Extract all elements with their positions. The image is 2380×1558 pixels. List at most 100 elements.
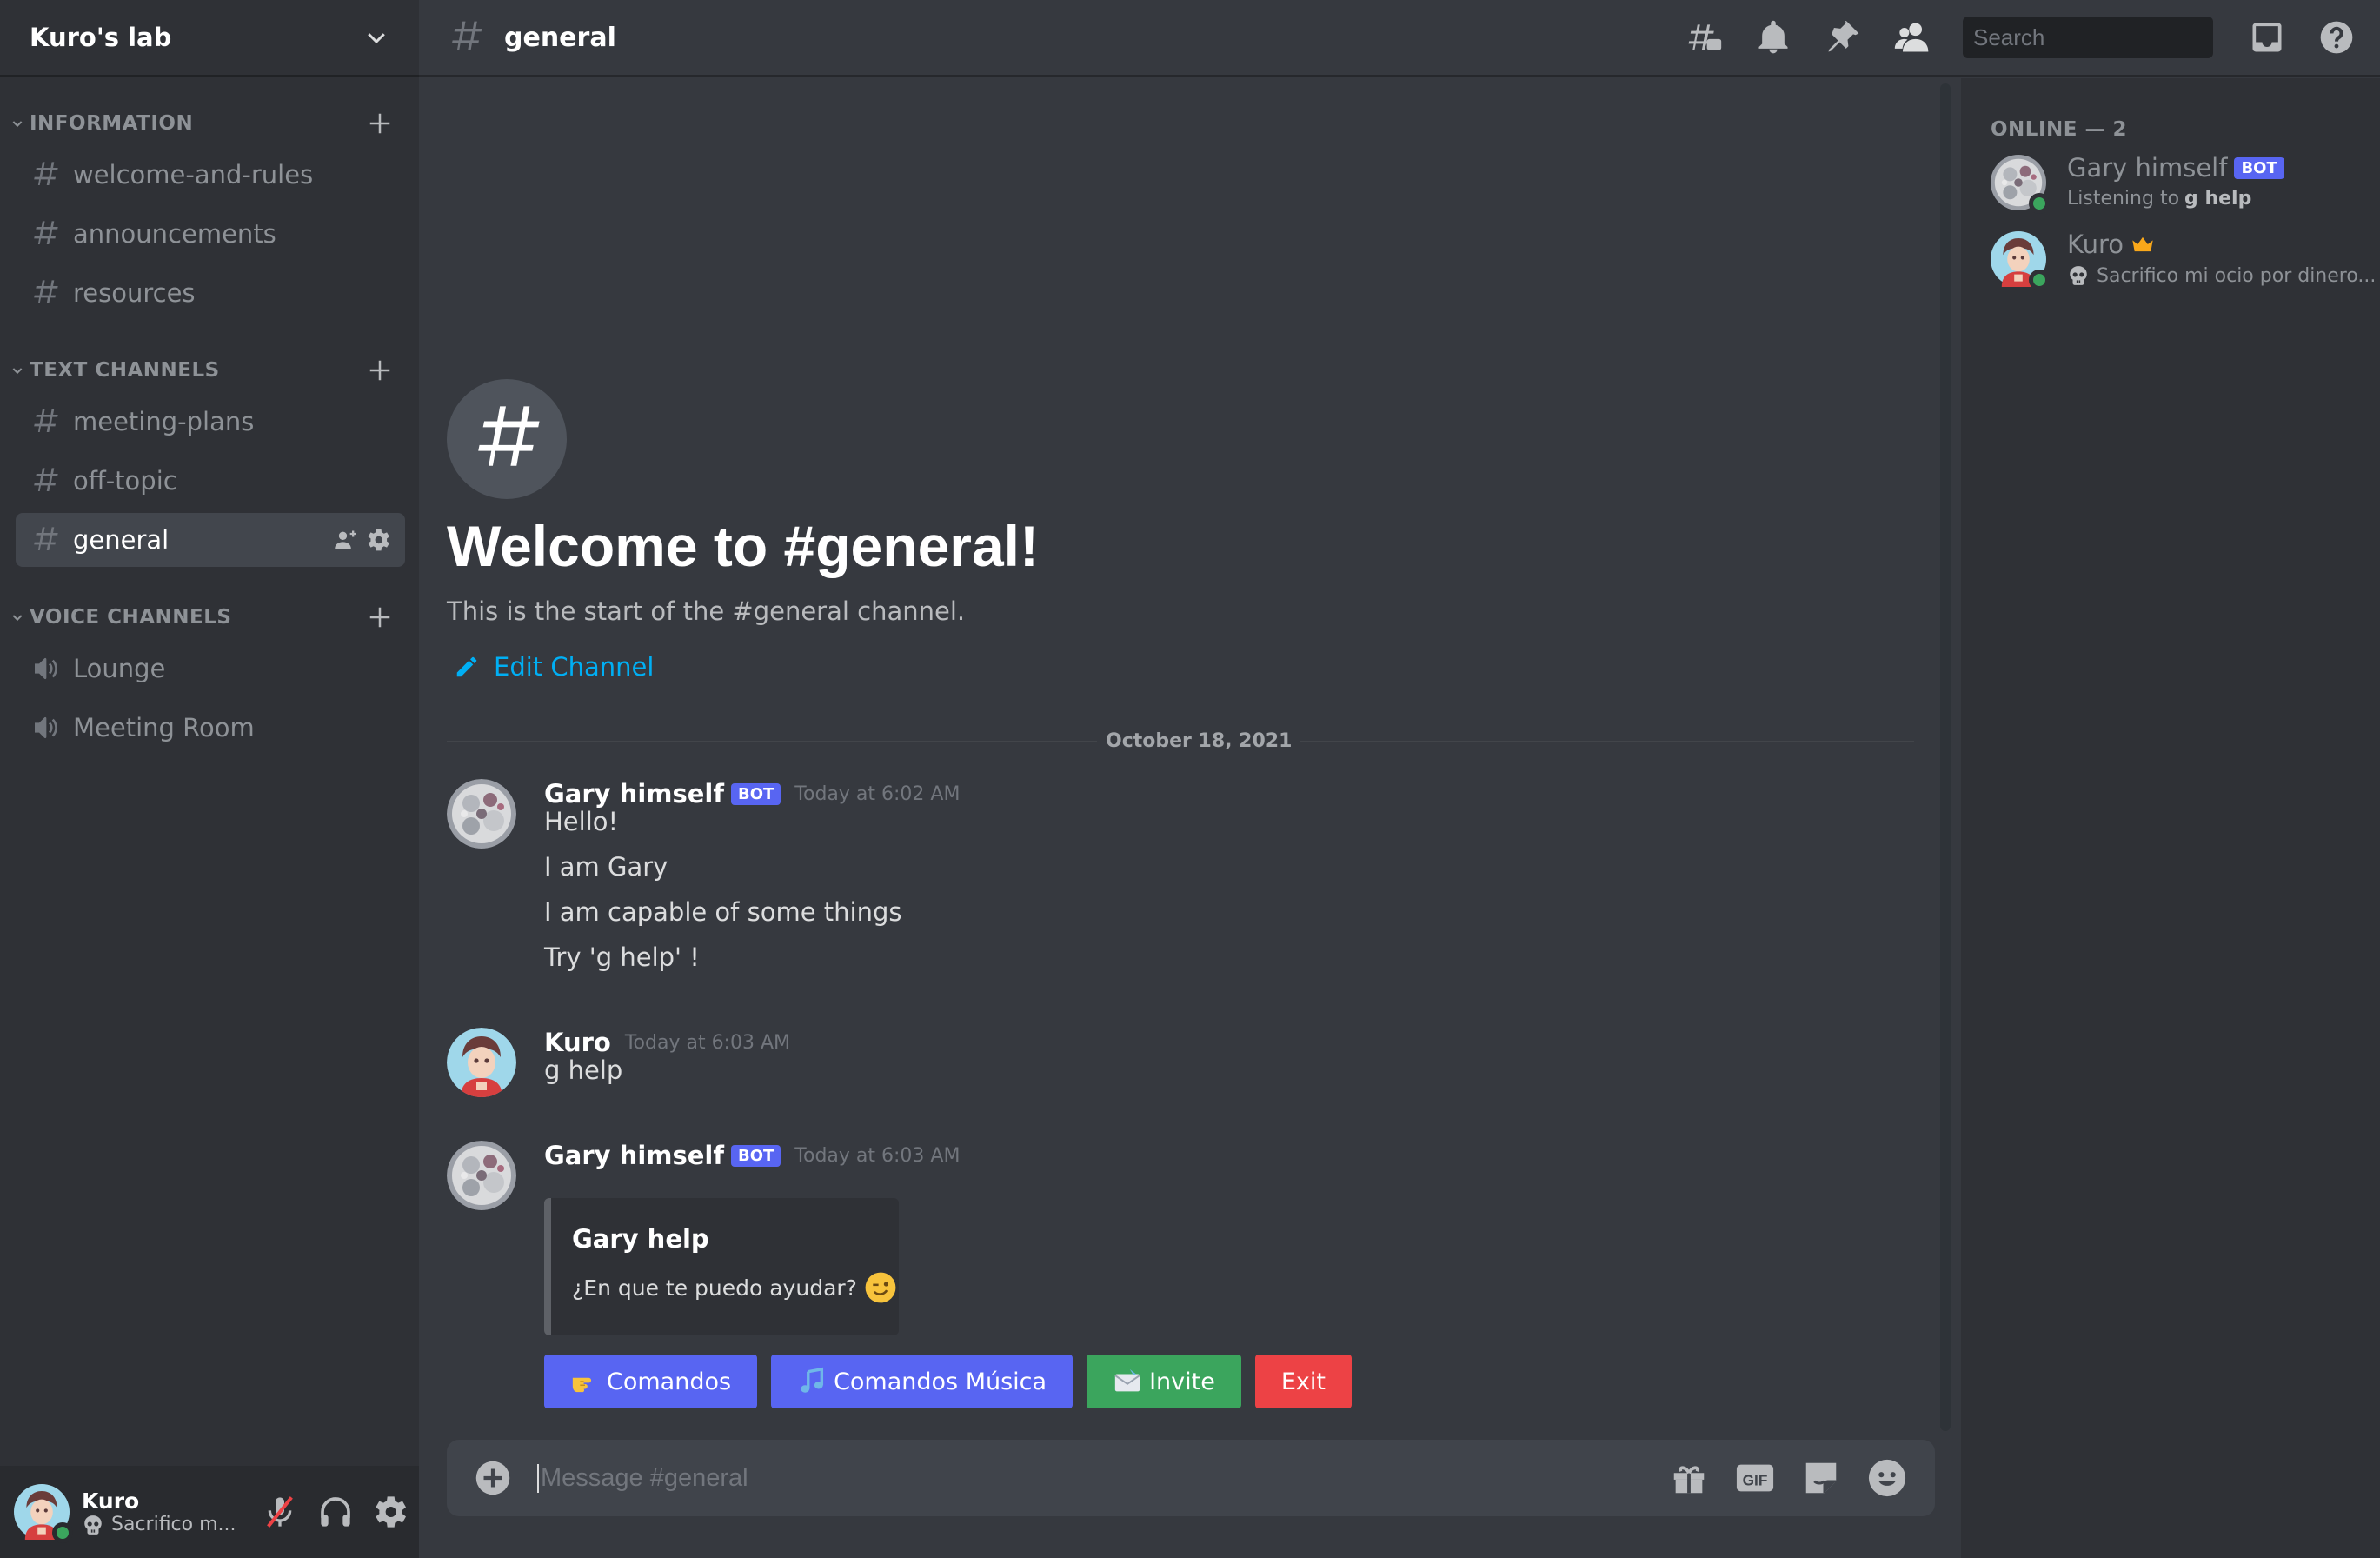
activity-prefix: Listening to — [2067, 188, 2180, 210]
gary-avatar-image — [447, 1141, 516, 1210]
edit-channel-link[interactable]: Edit Channel — [454, 652, 654, 682]
timestamp: Today at 6:03 AM — [624, 1031, 790, 1054]
members-icon[interactable] — [1893, 18, 1931, 57]
author-name[interactable]: Kuro — [544, 1028, 611, 1057]
action-button-row: Comandos Comandos Música Invite Exit — [544, 1355, 1366, 1408]
chevron-down-icon[interactable] — [363, 24, 389, 50]
message-text: I am capable of some things — [544, 897, 902, 927]
category-information[interactable]: INFORMATION — [0, 106, 419, 141]
button-label: Comandos — [607, 1368, 732, 1395]
author-name[interactable]: Gary himself — [544, 1141, 724, 1170]
channel-sidebar: Kuro's lab INFORMATION welcome-and-rules… — [0, 0, 419, 1558]
embed-description: ¿En que te puedo ayudar? — [572, 1271, 899, 1304]
category-voice-channels[interactable]: VOICE CHANNELS — [0, 600, 419, 635]
comandos-button[interactable]: Comandos — [544, 1355, 758, 1408]
channel-announcements[interactable]: announcements — [16, 207, 405, 261]
create-channel-icon[interactable] — [367, 110, 393, 136]
skull-icon — [82, 1514, 104, 1536]
channel-welcome-and-rules[interactable]: welcome-and-rules — [16, 148, 405, 202]
mute-microphone-icon[interactable] — [263, 1495, 297, 1529]
welcome-subtitle: This is the start of the #general channe… — [447, 596, 966, 626]
search-input[interactable] — [1973, 23, 2264, 51]
threads-icon[interactable] — [1685, 18, 1723, 57]
channel-title: general — [504, 22, 616, 53]
member-name: Kuro — [2067, 230, 2124, 259]
member-gary[interactable]: Gary himself BOT Listening to g help — [1991, 153, 2364, 216]
envelope-emoji-icon — [1114, 1368, 1140, 1392]
gary-avatar-image — [447, 779, 516, 849]
gif-icon[interactable]: GIF — [1735, 1458, 1775, 1498]
pencil-icon — [456, 656, 477, 677]
message-embed: Gary help ¿En que te puedo ayudar? — [544, 1198, 899, 1335]
member-name-row: Gary himself BOT — [2067, 153, 2284, 183]
server-header[interactable]: Kuro's lab — [0, 0, 419, 77]
channel-resources[interactable]: resources — [16, 266, 405, 320]
channel-general[interactable]: general — [16, 513, 405, 567]
add-attachment-icon[interactable] — [475, 1460, 511, 1496]
discord-window: Kuro's lab INFORMATION welcome-and-rules… — [0, 0, 2380, 1558]
create-channel-icon[interactable] — [367, 604, 393, 630]
message-header: Kuro Today at 6:03 AM — [544, 1028, 790, 1057]
bell-icon[interactable] — [1754, 18, 1792, 57]
online-status-dot — [52, 1522, 73, 1543]
custom-status-text: Sacrifico mi ocio por dinero... — [2097, 264, 2377, 287]
pin-icon[interactable] — [1824, 18, 1862, 57]
chat-scrollbar[interactable] — [1940, 83, 1951, 1431]
emoji-picker-icon[interactable] — [1867, 1458, 1907, 1498]
inbox-icon[interactable] — [2248, 18, 2286, 57]
channel-welcome-hash-icon — [447, 379, 567, 499]
crown-icon — [2132, 236, 2153, 252]
avatar[interactable] — [447, 779, 516, 849]
bot-badge: BOT — [730, 782, 781, 805]
headphones-icon[interactable] — [318, 1495, 353, 1529]
comandos-musica-button[interactable]: Comandos Música — [771, 1355, 1074, 1408]
channel-header: general — [419, 0, 2380, 77]
hash-icon — [31, 526, 59, 554]
message-text: g help — [544, 1055, 623, 1085]
hash-icon — [449, 20, 483, 55]
button-label: Comandos Música — [834, 1368, 1047, 1395]
voice-channel-meeting-room[interactable]: Meeting Room — [16, 701, 405, 755]
caret-down-icon — [12, 121, 23, 128]
channel-off-topic[interactable]: off-topic — [16, 454, 405, 508]
invite-button[interactable]: Invite — [1087, 1355, 1241, 1408]
category-text-channels[interactable]: TEXT CHANNELS — [0, 353, 419, 388]
search-box[interactable] — [1963, 17, 2264, 58]
user-settings-gear-icon[interactable] — [374, 1495, 409, 1529]
avatar[interactable] — [14, 1484, 73, 1543]
member-kuro[interactable]: Kuro Sacrifico mi ocio por dinero... — [1991, 230, 2376, 292]
message-header: Gary himself BOT Today at 6:03 AM — [544, 1141, 960, 1170]
button-label: Invite — [1149, 1368, 1215, 1395]
kuro-avatar-image — [447, 1028, 516, 1097]
channel-label: general — [73, 525, 170, 555]
author-name[interactable]: Gary himself — [544, 779, 724, 809]
avatar[interactable] — [447, 1141, 516, 1210]
create-channel-icon[interactable] — [367, 357, 393, 383]
activity-name: g help — [2184, 188, 2252, 210]
button-label: Exit — [1280, 1368, 1326, 1395]
sticker-icon[interactable] — [1801, 1458, 1841, 1498]
edit-channel-label: Edit Channel — [494, 652, 655, 682]
message-input[interactable] — [537, 1463, 1643, 1493]
message-composer: GIF — [447, 1440, 1935, 1516]
gear-icon[interactable] — [367, 528, 391, 552]
pointing-hand-emoji-icon — [572, 1377, 592, 1393]
exit-button[interactable]: Exit — [1254, 1355, 1352, 1408]
avatar[interactable] — [447, 1028, 516, 1097]
help-icon[interactable] — [2317, 18, 2356, 57]
channel-meeting-plans[interactable]: meeting-plans — [16, 395, 405, 449]
voice-channel-lounge[interactable]: Lounge — [16, 642, 405, 696]
channel-label: meeting-plans — [73, 407, 255, 436]
channel-label: announcements — [73, 219, 276, 249]
caret-down-icon — [12, 368, 23, 375]
music-note-emoji-icon — [801, 1367, 824, 1393]
server-name: Kuro's lab — [30, 23, 172, 52]
gift-icon[interactable] — [1669, 1458, 1709, 1498]
user-name: Kuro — [82, 1488, 140, 1514]
user-panel: Kuro Sacrifico m... — [0, 1466, 419, 1558]
user-info[interactable]: Kuro Sacrifico m... — [82, 1488, 263, 1536]
invite-icon[interactable] — [334, 528, 358, 552]
timestamp: Today at 6:03 AM — [794, 1144, 961, 1167]
members-online-header: ONLINE — 2 — [1991, 118, 2127, 141]
member-activity: Listening to g help — [2067, 188, 2251, 210]
